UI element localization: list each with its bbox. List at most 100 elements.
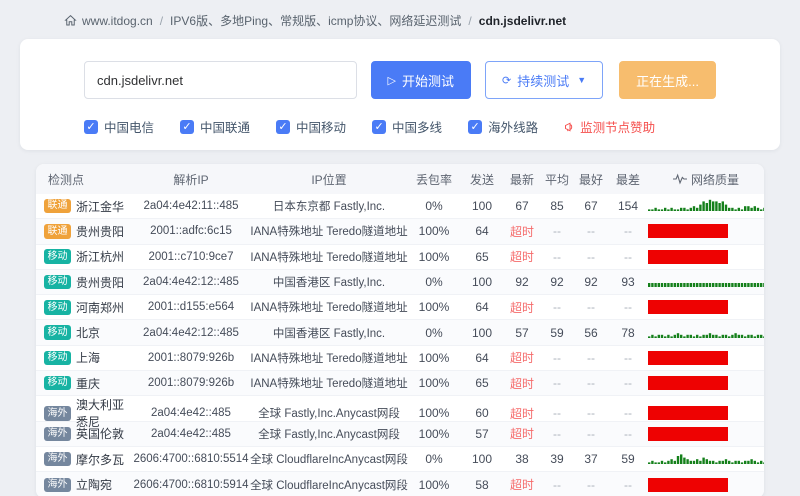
checkbox-checked-icon[interactable]: ✓	[84, 119, 98, 134]
column-header-3: 丢包率	[415, 172, 452, 187]
start-test-label: 开始测试	[401, 73, 454, 89]
generating-label: 正在生成...	[636, 73, 699, 89]
isp-badge: 移动	[44, 274, 71, 290]
checkbox-checked-icon[interactable]: ✓	[276, 119, 291, 134]
start-test-button[interactable]: ▷ 开始测试	[370, 61, 471, 99]
table-row: 海外 英国伦敦 2a04:4e42::485 全球 Fastly,Inc.Anycas…	[36, 421, 764, 447]
packet-loss-bar	[648, 426, 728, 441]
isp-badge: 移动	[44, 350, 71, 366]
latency-sparkline	[648, 283, 764, 288]
filter-item-2[interactable]: ✓ 中国移动	[276, 117, 346, 136]
latest-latency: 67	[515, 199, 529, 214]
best-latency: --	[587, 300, 595, 315]
breadcrumb-home-link[interactable]: www.itdog.cn	[82, 14, 153, 28]
sponsor-label: 监测节点赞助	[580, 121, 656, 135]
play-icon: ▷	[387, 74, 396, 87]
generating-button[interactable]: 正在生成...	[619, 61, 716, 99]
breadcrumb: www.itdog.cn / IPV6版、多地Ping、常规版、icmp协议、网…	[0, 0, 800, 29]
sponsor-link[interactable]: 监测节点赞助	[564, 117, 655, 136]
network-quality-cell	[648, 298, 764, 316]
filter-item-1[interactable]: ✓ 中国联通	[180, 117, 250, 136]
loss-rate: 100%	[418, 426, 450, 441]
network-quality-cell	[648, 450, 764, 468]
refresh-icon: ⟳	[502, 74, 512, 87]
column-header-8: 最差	[615, 172, 640, 187]
packet-loss-bar	[648, 477, 728, 492]
packet-loss-bar	[648, 300, 728, 315]
breadcrumb-separator: /	[468, 13, 472, 28]
worst-latency: --	[624, 249, 632, 264]
continuous-test-label: 持续测试	[517, 73, 570, 89]
ip-location: 全球 Fastly,Inc.Anycast网段	[258, 428, 400, 441]
node-name: 河南郑州	[76, 300, 125, 315]
loss-rate: 0%	[425, 325, 443, 340]
sent-count: 100	[471, 325, 493, 340]
latest-latency: 38	[515, 452, 529, 467]
worst-latency: 78	[621, 325, 635, 340]
best-latency: --	[587, 426, 595, 441]
table-row: 联通 浙江金华 2a04:4e42:11::485 日本东京都 Fastly,Inc.…	[36, 194, 764, 220]
home-icon	[64, 14, 77, 27]
continuous-test-button[interactable]: ⟳ 持续测试 ▼	[485, 61, 604, 99]
best-latency: --	[587, 406, 595, 421]
ip-location: IANA特殊地址 Teredo隧道地址	[250, 251, 408, 264]
packet-loss-bar	[648, 376, 728, 391]
isp-badge: 移动	[44, 375, 71, 391]
ip-location: 日本东京都 Fastly,Inc.	[272, 201, 386, 214]
node-name: 英国伦敦	[76, 427, 125, 442]
node-name: 立陶宛	[76, 478, 113, 493]
column-header-7: 最好	[578, 172, 603, 187]
ip-location: IANA特殊地址 Teredo隧道地址	[250, 352, 408, 365]
latest-latency: 超时	[509, 300, 534, 315]
network-quality-cell	[648, 476, 764, 494]
filter-label: 中国多线	[392, 121, 443, 135]
latest-latency: 超时	[509, 224, 534, 239]
table-row: 移动 重庆 2001::8079:926b IANA特殊地址 Teredo隧道地址 10…	[36, 371, 764, 397]
network-quality-cell	[648, 273, 764, 291]
node-name: 贵州贵阳	[76, 224, 125, 239]
avg-latency: --	[553, 426, 561, 441]
latency-sparkline	[648, 332, 764, 338]
worst-latency: --	[624, 224, 632, 239]
breadcrumb-category-link[interactable]: IPV6版、多地Ping、常规版、icmp协议、网络延迟测试	[170, 12, 461, 29]
filter-item-4[interactable]: ✓ 海外线路	[468, 117, 538, 136]
network-quality-cell	[648, 324, 764, 342]
table-row: 移动 上海 2001::8079:926b IANA特殊地址 Teredo隧道地址 10…	[36, 346, 764, 372]
network-quality-cell	[648, 404, 764, 422]
best-latency: --	[587, 376, 595, 391]
node-cell: 联通 浙江金华	[36, 198, 132, 215]
node-name: 上海	[76, 351, 101, 366]
resolved-ip: 2001::adfc:6c15	[150, 225, 232, 238]
column-header-0: 检测点	[48, 172, 85, 187]
node-name: 贵州贵阳	[76, 275, 125, 290]
network-quality-cell	[648, 374, 764, 392]
column-header-2: IP位置	[311, 172, 347, 187]
checkbox-checked-icon[interactable]: ✓	[468, 119, 483, 134]
loss-rate: 100%	[418, 249, 450, 264]
filter-item-0[interactable]: ✓ 中国电信	[84, 117, 154, 136]
node-name: 浙江金华	[76, 199, 125, 214]
ip-location: IANA特殊地址 Teredo隧道地址	[250, 302, 408, 315]
sent-count: 57	[475, 426, 489, 441]
checkbox-checked-icon[interactable]: ✓	[372, 119, 387, 134]
loss-rate: 100%	[418, 300, 450, 315]
worst-latency: --	[624, 426, 632, 441]
checkbox-checked-icon[interactable]: ✓	[180, 119, 195, 134]
node-cell: 移动 上海	[36, 349, 132, 366]
worst-latency: --	[624, 477, 632, 492]
isp-badge: 海外	[44, 406, 71, 421]
best-latency: 37	[584, 452, 598, 467]
filter-row: ✓ 中国电信 ✓ 中国联通 ✓ 中国移动 ✓ 中国多线 ✓ 海外线路 监测节点赞助	[84, 117, 716, 136]
table-header-row: 检测点 解析IP IP位置 丢包率 发送 最新 平均 最好 最差 网络质量	[36, 164, 764, 194]
sent-count: 65	[475, 376, 489, 391]
worst-latency: 93	[621, 275, 635, 290]
pulse-icon	[672, 173, 687, 185]
avg-latency: --	[553, 300, 561, 315]
loss-rate: 0%	[425, 452, 443, 467]
host-input[interactable]	[84, 61, 357, 99]
table-row: 移动 北京 2a04:4e42:12::485 中国香港区 Fastly,Inc. 0%…	[36, 320, 764, 346]
table-row: 移动 浙江杭州 2001::c710:9ce7 IANA特殊地址 Teredo隧道地址…	[36, 245, 764, 270]
best-latency: 56	[584, 325, 598, 340]
filter-item-3[interactable]: ✓ 中国多线	[372, 117, 442, 136]
resolved-ip: 2001::8079:926b	[147, 351, 235, 364]
